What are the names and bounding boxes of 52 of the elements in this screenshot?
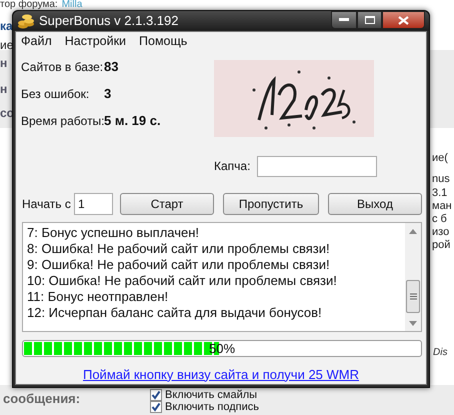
maximize-icon [364, 16, 374, 24]
captcha-field[interactable] [257, 156, 378, 176]
promo-link[interactable]: Поймай кнопку внизу сайта и получи 25 WMR [82, 364, 360, 384]
author-label: тор форума: [0, 0, 58, 10]
menu-item[interactable]: Настройки [64, 32, 126, 51]
stat-value: 83 [104, 58, 118, 76]
action-button[interactable]: Пропустить [223, 192, 319, 214]
coins-icon [17, 12, 35, 30]
text-fragment: ие( [432, 152, 448, 165]
close-icon [398, 16, 409, 24]
stat-label: Без ошибок: [21, 86, 90, 102]
text-fragment: ман [432, 200, 452, 213]
text-fragment: н [0, 82, 8, 96]
log-line: 12: Исчерпан баланс сайта для выдачи бонусов! [27, 304, 323, 320]
text-fragment: с б [432, 213, 447, 226]
checkbox-label: Включить подпись [165, 401, 259, 413]
menu-item[interactable]: Файл [21, 32, 52, 51]
captcha-label: Капча: [214, 158, 250, 175]
window-title: SuperBonus v 2.1.3.192 [39, 12, 178, 30]
text-fragment: рой [432, 239, 450, 252]
minimize-button[interactable] [331, 11, 357, 29]
field-label: сообщения: [3, 390, 80, 408]
text-fragment: Dis [433, 346, 448, 360]
menu-item[interactable]: Помощь [139, 32, 188, 51]
checkbox[interactable] [150, 389, 162, 401]
stat-value: 5 м. 19 с. [104, 112, 161, 130]
scroll-thumb[interactable] [406, 280, 420, 312]
checkbox[interactable] [150, 401, 162, 413]
log-line: 11: Бонус неотправлен! [27, 288, 170, 304]
scroll-up-icon [409, 228, 417, 234]
text-fragment: н [0, 56, 8, 70]
text-fragment: изо [432, 226, 450, 239]
maximize-button[interactable] [357, 11, 382, 29]
log-line: 8: Ошибка! Не рабочий сайт или проблемы связи! [27, 240, 331, 256]
log-line: 9: Ошибка! Не рабочий сайт или проблемы связи! [27, 256, 331, 272]
text-fragment: ка [0, 19, 13, 33]
minimize-icon [339, 18, 349, 22]
stat-label: Время работы: [21, 112, 104, 130]
text-fragment: nus [432, 173, 450, 186]
log-line: 10: Ошибка! Не рабочий сайт или проблемы связи! [27, 272, 338, 288]
scroll-down-icon [409, 320, 417, 326]
action-button[interactable]: Старт [120, 192, 214, 214]
text-fragment: 3.1 [432, 187, 448, 200]
stat-value: 3 [104, 84, 112, 103]
checkbox-label: Включить смайлы [165, 389, 258, 401]
action-button[interactable]: Выход [328, 192, 422, 214]
close-button[interactable] [382, 11, 425, 29]
log-line: 7: Бонус успешно выплачен! [27, 224, 200, 240]
field-label: Начать с [22, 196, 72, 212]
start-field[interactable]: 1 [74, 192, 113, 214]
scrollbar[interactable] [405, 222, 421, 330]
stat-label: Сайтов в базе: [21, 58, 104, 76]
